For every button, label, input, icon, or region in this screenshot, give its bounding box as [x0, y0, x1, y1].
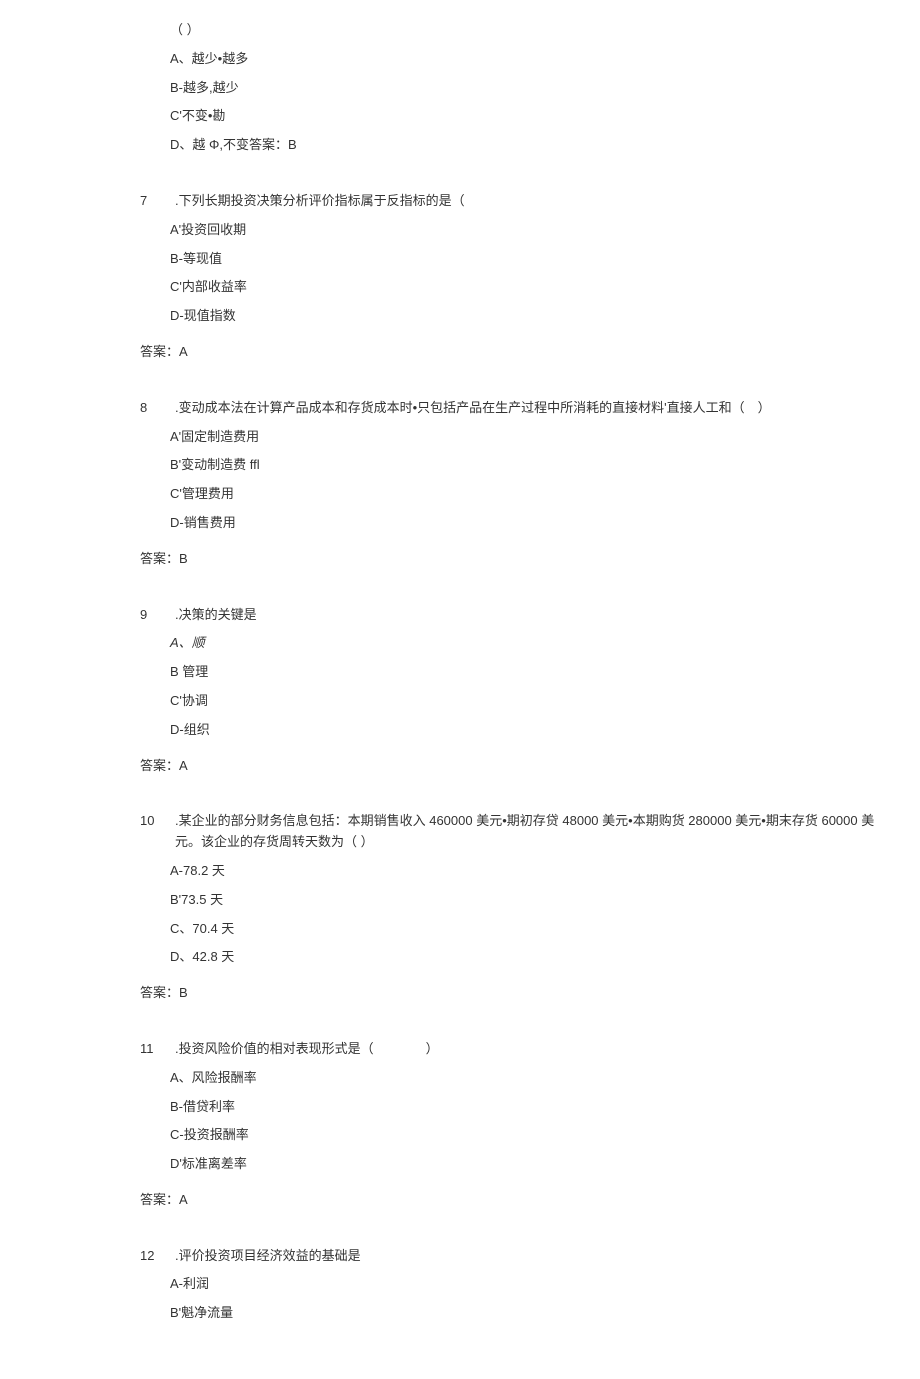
question-stem: 10 .某企业的部分财务信息包括：本期销售收入 460000 美元•期初存贷 4… [40, 811, 880, 853]
question-11: 11 .投资风险价值的相对表现形式是（ ） A、风险报酬率 B-借贷利率 C-投… [40, 1039, 880, 1211]
question-text: .评价投资项目经济效益的基础是 [175, 1246, 880, 1267]
question-8: 8 .变动成本法在计算产品成本和存货成本时•只包括产品在生产过程中所消耗的直接材… [40, 398, 880, 570]
question-10: 10 .某企业的部分财务信息包括：本期销售收入 460000 美元•期初存贷 4… [40, 811, 880, 1004]
option-a: A-利润 [170, 1274, 880, 1295]
question-stem: 9 .决策的关键是 [40, 605, 880, 626]
question-6-partial: （ ） A、越少•越多 B-越多,越少 C'不变•勘 D、越 Φ,不变答案：B [40, 20, 880, 156]
answer: 答案：A [140, 1190, 880, 1211]
option-b: B-等现值 [170, 249, 880, 270]
option-c: C'不变•勘 [170, 106, 880, 127]
answer: 答案：A [140, 756, 880, 777]
answer: 答案：B [140, 549, 880, 570]
option-b: B'变动制造费 ffl [170, 455, 880, 476]
option-d: D-组织 [170, 720, 880, 741]
question-stem: 12 .评价投资项目经济效益的基础是 [40, 1246, 880, 1267]
option-a: A、风险报酬率 [170, 1068, 880, 1089]
option-b: B'73.5 天 [170, 890, 880, 911]
question-stem: 11 .投资风险价值的相对表现形式是（ ） [40, 1039, 880, 1060]
question-number: 12 [140, 1246, 165, 1267]
question-text: .某企业的部分财务信息包括：本期销售收入 460000 美元•期初存贷 4800… [175, 811, 880, 853]
option-b: B 管理 [170, 662, 880, 683]
option-a: A-78.2 天 [170, 861, 880, 882]
stem-placeholder: （ ） [170, 20, 880, 41]
question-text: .决策的关键是 [175, 605, 880, 626]
option-a: A'投资回收期 [170, 220, 880, 241]
option-b: B-越多,越少 [170, 78, 880, 99]
option-a: A'固定制造费用 [170, 427, 880, 448]
question-text: .下列长期投资决策分析评价指标属于反指标的是（ [175, 191, 880, 212]
question-9: 9 .决策的关键是 A、顺 B 管理 C'协调 D-组织 答案：A [40, 605, 880, 777]
option-c: C'协调 [170, 691, 880, 712]
option-d: D-销售费用 [170, 513, 880, 534]
option-a: A、顺 [170, 633, 880, 654]
option-c: C'内部收益率 [170, 277, 880, 298]
option-c: C、70.4 天 [170, 919, 880, 940]
option-d: D、42.8 天 [170, 947, 880, 968]
question-12: 12 .评价投资项目经济效益的基础是 A-利润 B'魁净流量 [40, 1246, 880, 1324]
option-d: D'标准离差率 [170, 1154, 880, 1175]
question-text: .变动成本法在计算产品成本和存货成本时•只包括产品在生产过程中所消耗的直接材料'… [175, 398, 880, 419]
option-d: D、越 Φ,不变答案：B [170, 135, 880, 156]
option-b: B'魁净流量 [170, 1303, 880, 1324]
question-7: 7 .下列长期投资决策分析评价指标属于反指标的是（ A'投资回收期 B-等现值 … [40, 191, 880, 363]
question-number: 9 [140, 605, 165, 626]
question-number: 8 [140, 398, 165, 419]
option-c: C'管理费用 [170, 484, 880, 505]
question-number: 7 [140, 191, 165, 212]
option-d: D-现值指数 [170, 306, 880, 327]
question-stem: 7 .下列长期投资决策分析评价指标属于反指标的是（ [40, 191, 880, 212]
question-number: 11 [140, 1039, 165, 1060]
question-stem: 8 .变动成本法在计算产品成本和存货成本时•只包括产品在生产过程中所消耗的直接材… [40, 398, 880, 419]
option-a: A、越少•越多 [170, 49, 880, 70]
option-b: B-借贷利率 [170, 1097, 880, 1118]
question-number: 10 [140, 811, 165, 853]
option-c: C-投资报酬率 [170, 1125, 880, 1146]
question-text: .投资风险价值的相对表现形式是（ ） [175, 1039, 880, 1060]
answer: 答案：B [140, 983, 880, 1004]
answer: 答案：A [140, 342, 880, 363]
